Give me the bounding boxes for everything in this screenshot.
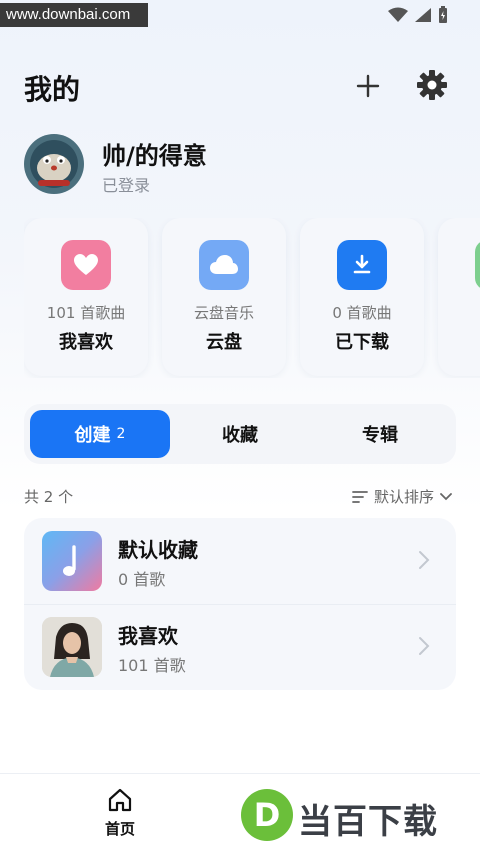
playlist-total: 共 2 个 <box>24 488 74 506</box>
chevron-down-icon <box>440 492 452 500</box>
heart-icon <box>74 254 98 275</box>
playlist-row[interactable]: 我喜欢 101 首歌 <box>24 604 456 690</box>
music-note-icon <box>63 545 76 576</box>
card-liked[interactable]: 101 首歌曲 我喜欢 <box>24 218 148 376</box>
tab-label: 专辑 <box>362 425 398 446</box>
sort-button[interactable]: 默认排序 <box>352 486 452 507</box>
page-title: 我的 <box>24 73 81 106</box>
watermark-banner: www.downbai.com <box>0 3 148 27</box>
playlist-cover <box>42 531 102 591</box>
tab-albums[interactable]: 专辑 <box>310 410 450 458</box>
settings-button[interactable] <box>414 67 450 103</box>
card-partial[interactable]: 0 <box>438 218 480 376</box>
gear-icon <box>417 70 447 100</box>
tab-label: 创建 <box>74 425 111 446</box>
profile-section[interactable]: 帅/的得意 已登录 <box>24 132 424 196</box>
tab-label: 收藏 <box>222 425 258 446</box>
playlist-list: 默认收藏 0 首歌 我喜欢 101 首歌 <box>24 518 456 690</box>
signal-icon <box>415 8 431 22</box>
watermark-logo: D 当百下载 <box>236 782 476 850</box>
tab-count: 2 <box>116 426 126 442</box>
card-name: 云盘 <box>206 332 242 353</box>
tab-collected[interactable]: 收藏 <box>170 410 310 458</box>
card-name: 我喜欢 <box>59 332 113 353</box>
heart-icon-box <box>61 240 111 290</box>
header: 我的 <box>0 62 480 110</box>
card-count: 0 首歌曲 <box>332 304 392 322</box>
status-bar <box>388 6 448 24</box>
download-icon <box>353 254 371 274</box>
playlist-title: 默认收藏 <box>118 538 198 562</box>
card-count: 云盘音乐 <box>193 304 254 322</box>
sort-icon <box>352 490 368 503</box>
svg-text:D: D <box>254 796 281 834</box>
username: 帅/的得意 <box>102 142 207 170</box>
tab-created[interactable]: 创建 2 <box>30 410 170 458</box>
sort-label: 默认排序 <box>373 488 434 506</box>
watermark-text: 当百下载 <box>298 802 438 842</box>
card-downloaded[interactable]: 0 首歌曲 已下载 <box>300 218 424 376</box>
playlist-cover <box>42 617 102 677</box>
playlist-tabs: 创建 2 收藏 专辑 <box>24 404 456 464</box>
card-name: 已下载 <box>335 332 389 353</box>
playlist-count: 101 首歌 <box>118 656 186 675</box>
card-count: 0 <box>438 302 480 320</box>
wifi-icon <box>388 7 408 22</box>
home-icon <box>108 788 132 812</box>
logo-d-icon: D <box>241 789 293 841</box>
plus-icon <box>356 74 380 98</box>
playlist-title: 我喜欢 <box>118 624 178 648</box>
card-icon-box <box>475 240 480 290</box>
battery-icon <box>439 6 447 23</box>
list-meta: 共 2 个 默认排序 <box>24 484 456 508</box>
add-button[interactable] <box>352 70 384 102</box>
chevron-right-icon <box>419 551 430 569</box>
quick-cards: 101 首歌曲 我喜欢 云盘音乐 云盘 0 首歌曲 已下载 0 <box>24 218 480 378</box>
login-status: 已登录 <box>102 176 151 195</box>
card-count: 101 首歌曲 <box>46 304 126 322</box>
cloud-icon-box <box>199 240 249 290</box>
download-icon-box <box>337 240 387 290</box>
chevron-right-icon <box>419 637 430 655</box>
playlist-row[interactable]: 默认收藏 0 首歌 <box>24 518 456 605</box>
nav-home-label: 首页 <box>104 820 135 838</box>
singer-photo <box>42 617 102 677</box>
playlist-count: 0 首歌 <box>118 570 166 589</box>
cloud-icon <box>210 255 238 274</box>
card-cloud[interactable]: 云盘音乐 云盘 <box>162 218 286 376</box>
nav-home[interactable]: 首页 <box>92 788 148 844</box>
avatar[interactable] <box>24 134 84 194</box>
